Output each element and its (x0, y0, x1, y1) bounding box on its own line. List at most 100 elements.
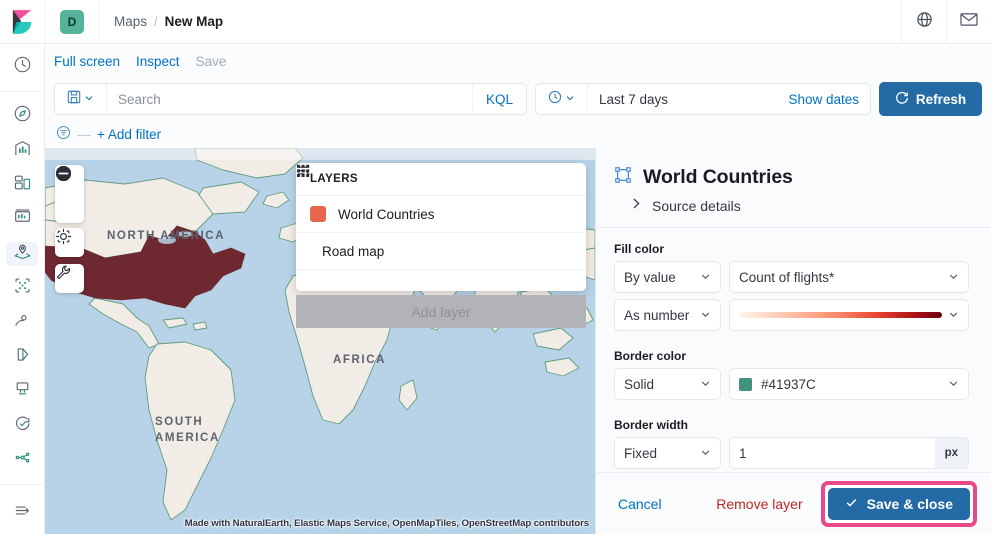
ml-nodes-icon (13, 276, 32, 300)
query-language-button[interactable]: KQL (471, 84, 526, 114)
border-color-picker[interactable]: #41937C (729, 368, 969, 400)
layers-panel: LAYERS World Countries Road map (296, 163, 586, 291)
fill-color-row-1: By value Count of flights* (614, 261, 969, 293)
filter-separator: — (77, 126, 91, 142)
inspect-button[interactable]: Inspect (136, 54, 180, 69)
user-icon (13, 310, 32, 334)
sidebar-item-recently-viewed[interactable] (6, 55, 38, 79)
chevron-down-icon (565, 90, 575, 108)
border-color-hex-value: #41937C (761, 376, 816, 392)
uptime-icon (13, 379, 32, 403)
chevron-down-icon (700, 446, 711, 461)
visualize-icon (13, 207, 32, 231)
layers-panel-footer (296, 270, 586, 291)
border-color-swatch-icon (739, 377, 752, 391)
refresh-label: Refresh (915, 91, 967, 107)
date-range-value[interactable]: Last 7 days (588, 92, 777, 107)
chevron-down-icon (700, 377, 711, 392)
border-width-field: px (729, 437, 969, 469)
sidebar-item-dashboard[interactable] (6, 138, 38, 162)
sidebar-item-user-experience[interactable] (6, 310, 38, 334)
breadcrumb-current: New Map (164, 14, 224, 29)
kibana-logo-icon (11, 9, 33, 34)
breadcrumb-maps[interactable]: Maps (114, 14, 147, 29)
fill-color-style-select[interactable]: By value (614, 261, 721, 293)
fit-to-bounds-button[interactable] (55, 228, 84, 257)
sidebar-item-visualize[interactable] (6, 207, 38, 231)
fill-color-label: Fill color (614, 242, 665, 256)
border-width-style-select[interactable]: Fixed (614, 437, 721, 469)
filter-bar: — + Add filter (45, 120, 991, 148)
show-dates-button[interactable]: Show dates (777, 92, 870, 107)
map-label-south-america: SOUTH AMERICA (155, 416, 220, 444)
layer-row-world-countries[interactable]: World Countries (296, 196, 586, 233)
save-and-close-button[interactable]: Save & close (827, 487, 970, 520)
saved-query-popover-button[interactable] (55, 84, 107, 114)
border-color-label: Border color (614, 349, 687, 363)
chevron-down-icon (948, 270, 959, 285)
rail-divider-bottom (0, 484, 45, 486)
chevron-down-icon (948, 377, 959, 392)
help-button[interactable] (901, 0, 946, 44)
sidebar-item-apm[interactable] (6, 345, 38, 369)
date-picker: Last 7 days Show dates (535, 83, 871, 115)
save-and-close-label: Save & close (866, 495, 953, 512)
apm-icon (13, 345, 32, 369)
sidebar-item-metrics[interactable] (6, 413, 38, 437)
fill-color-type-value: As number (624, 307, 690, 323)
source-details-label: Source details (652, 198, 741, 214)
zoom-out-button[interactable] (55, 165, 84, 223)
chevron-right-icon (631, 197, 642, 215)
add-filter-button[interactable]: + Add filter (97, 127, 161, 142)
sidebar-item-canvas[interactable] (6, 173, 38, 197)
border-width-style-value: Fixed (624, 445, 658, 461)
saved-query-icon (67, 90, 81, 109)
layers-panel-title: LAYERS (310, 173, 358, 185)
sidebar-item-maps[interactable] (6, 241, 38, 266)
full-screen-button[interactable]: Full screen (54, 54, 120, 69)
save-button[interactable]: Save (196, 54, 227, 69)
layer-row-road-map[interactable]: Road map (296, 164, 586, 270)
border-color-style-select[interactable]: Solid (614, 368, 721, 400)
calendar-clock-icon (548, 90, 562, 109)
flyout-body: Fill color By value Count of flights* As… (596, 228, 991, 472)
rail-divider (0, 91, 45, 93)
kibana-maps-app: D Maps / New Map Full screen Inspect Sav… (0, 0, 991, 534)
border-width-input[interactable] (730, 438, 935, 468)
flyout-footer: Cancel Remove layer Save & close (596, 472, 991, 534)
layer-label: World Countries (338, 206, 435, 222)
map-tools-button[interactable] (55, 264, 84, 293)
sidebar-item-logs[interactable] (6, 448, 38, 472)
map-canvas[interactable]: NORTH AMERICA AFRICA SOUTH AMERICA LAYER… (45, 148, 595, 534)
source-details-accordion[interactable]: Source details (631, 197, 969, 215)
sidebar-item-discover[interactable] (6, 104, 38, 128)
sidebar-item-machine-learning[interactable] (6, 276, 38, 300)
map-label-africa: AFRICA (333, 354, 387, 366)
sidebar-item-collapse[interactable] (6, 497, 38, 529)
fill-color-type-select[interactable]: As number (614, 299, 721, 331)
map-attribution: Made with NaturalEarth, Elastic Maps Ser… (184, 518, 589, 529)
quick-select-button[interactable] (536, 84, 588, 114)
section-spacer-2 (614, 406, 969, 418)
space-selector[interactable]: D (45, 0, 100, 44)
fill-color-field-select[interactable]: Count of flights* (729, 261, 969, 293)
search-input[interactable] (107, 84, 472, 114)
vector-shape-icon (614, 166, 632, 189)
border-color-row: Solid #41937C (614, 368, 969, 400)
kibana-home-link[interactable] (0, 0, 45, 44)
cancel-button[interactable]: Cancel (618, 496, 662, 512)
check-icon (845, 496, 858, 512)
sidebar-item-uptime[interactable] (6, 379, 38, 403)
chevron-down-icon (84, 90, 94, 108)
chevron-down-icon (700, 308, 711, 323)
news-feed-button[interactable] (946, 0, 991, 44)
refresh-button[interactable]: Refresh (879, 82, 982, 116)
flyout-title: World Countries (643, 166, 793, 188)
remove-layer-button[interactable]: Remove layer (716, 496, 802, 512)
fill-color-ramp-select[interactable] (729, 299, 969, 331)
add-layer-button[interactable]: Add layer (296, 295, 586, 328)
map-zoom-controls (55, 165, 84, 223)
border-width-label: Border width (614, 418, 688, 432)
filter-icon[interactable] (56, 125, 71, 143)
dashboard-icon (13, 139, 32, 163)
